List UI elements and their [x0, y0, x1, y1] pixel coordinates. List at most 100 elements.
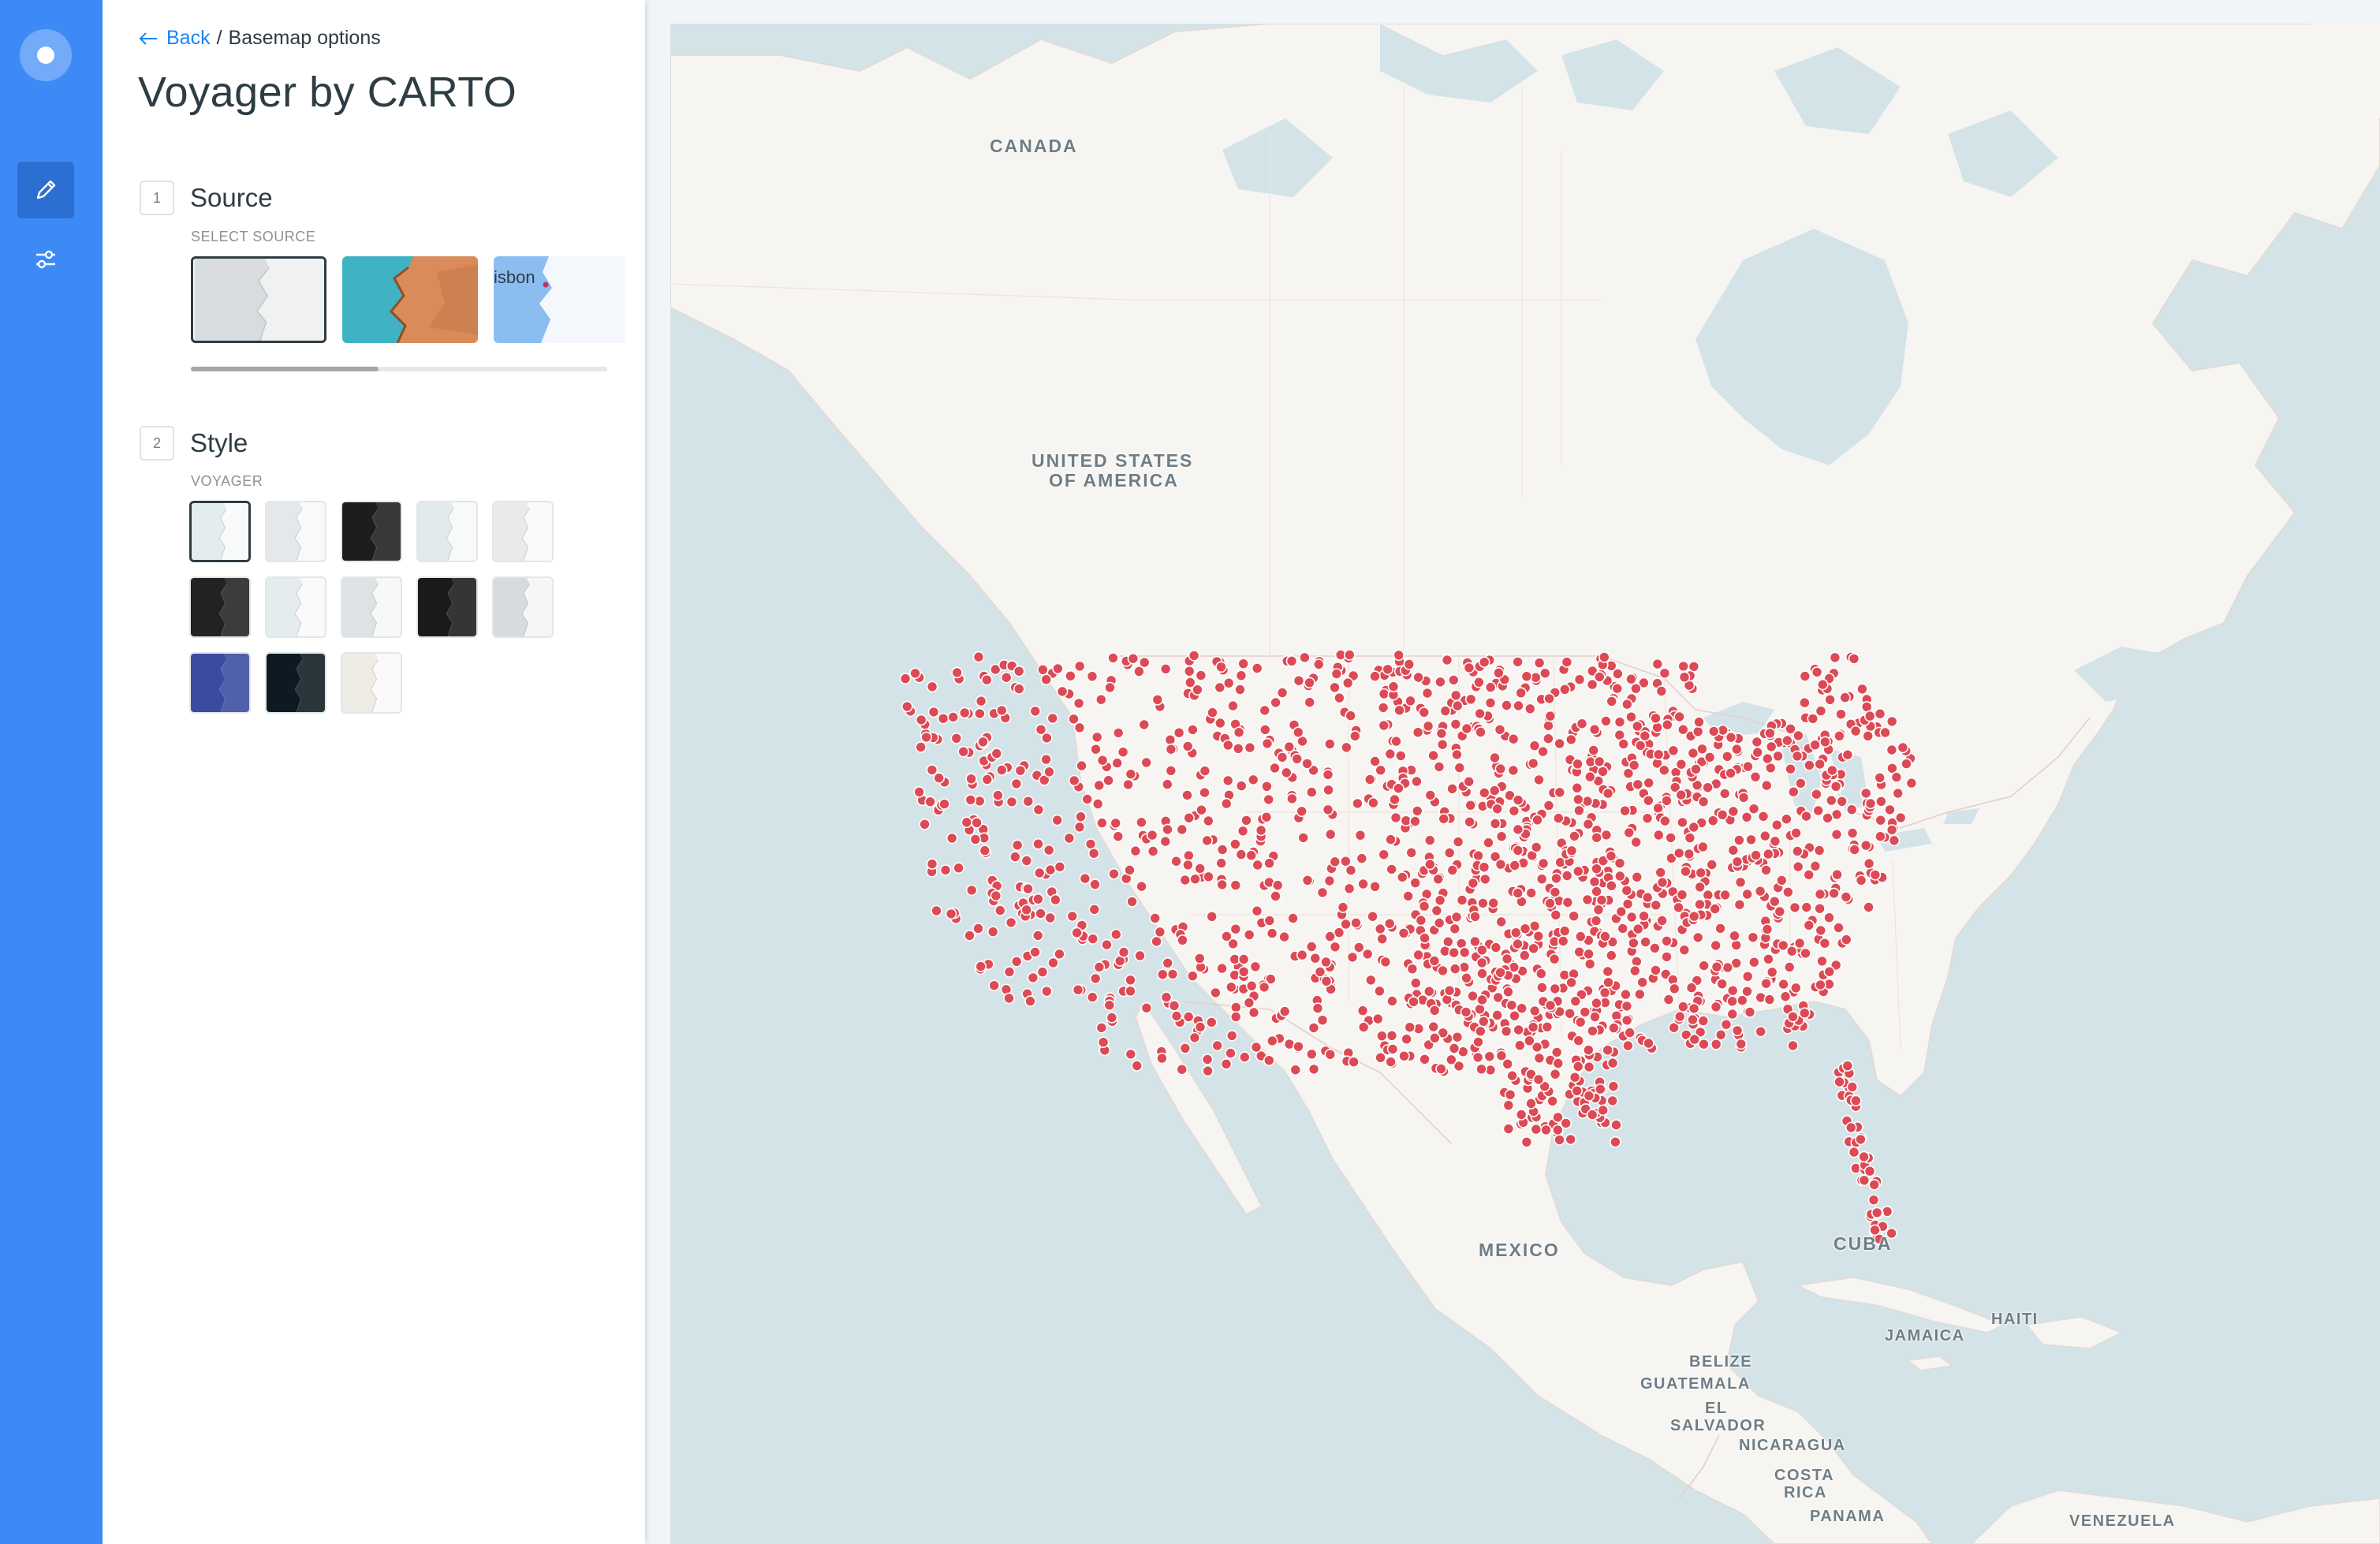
data-point[interactable] [1688, 1033, 1700, 1046]
data-point[interactable] [1537, 745, 1549, 758]
data-point[interactable] [1737, 792, 1750, 804]
data-point[interactable] [1622, 1039, 1634, 1052]
data-point[interactable] [1502, 1099, 1515, 1111]
data-point[interactable] [937, 712, 949, 725]
data-point[interactable] [1611, 682, 1624, 695]
data-point[interactable] [1868, 1179, 1880, 1191]
data-point[interactable] [1800, 947, 1811, 960]
data-point[interactable] [1581, 893, 1594, 906]
data-point[interactable] [1106, 1012, 1118, 1024]
data-point[interactable] [1403, 658, 1416, 670]
data-point[interactable] [1525, 887, 1537, 899]
data-point[interactable] [1748, 956, 1760, 968]
data-point[interactable] [1240, 815, 1252, 826]
data-point[interactable] [1606, 879, 1617, 892]
data-point[interactable] [1489, 818, 1501, 830]
data-point[interactable] [1494, 763, 1507, 775]
data-point[interactable] [1449, 689, 1462, 702]
data-point[interactable] [1201, 834, 1214, 847]
data-point[interactable] [1673, 1010, 1686, 1023]
data-point[interactable] [1320, 956, 1332, 968]
style-thumb-positron-nolabels[interactable] [341, 576, 402, 638]
data-point[interactable] [1569, 830, 1580, 842]
data-point[interactable] [1799, 1007, 1811, 1019]
data-point[interactable] [1383, 917, 1396, 930]
data-point[interactable] [1650, 899, 1662, 912]
data-point[interactable] [1245, 849, 1258, 861]
data-point[interactable] [1010, 778, 1023, 790]
data-point[interactable] [1424, 789, 1437, 801]
data-point[interactable] [1378, 848, 1390, 860]
data-point[interactable] [1013, 683, 1025, 695]
data-point[interactable] [1863, 901, 1875, 913]
data-point[interactable] [1316, 1014, 1329, 1026]
data-point[interactable] [1434, 894, 1446, 906]
data-point[interactable] [1047, 957, 1059, 969]
data-point[interactable] [1544, 897, 1556, 909]
data-point[interactable] [1027, 972, 1039, 984]
data-point[interactable] [1759, 830, 1771, 842]
data-point[interactable] [947, 711, 960, 723]
data-point[interactable] [1473, 676, 1485, 688]
data-point[interactable] [1112, 727, 1125, 739]
data-point[interactable] [1678, 944, 1691, 956]
data-point[interactable] [1193, 953, 1206, 964]
data-point[interactable] [1005, 796, 1018, 808]
data-point[interactable] [1544, 710, 1557, 722]
data-point[interactable] [1741, 971, 1754, 983]
data-point[interactable] [1817, 678, 1829, 691]
data-point[interactable] [1237, 966, 1250, 978]
data-point[interactable] [1535, 873, 1548, 885]
style-thumb-dark-matter[interactable] [341, 501, 402, 562]
data-point[interactable] [1561, 870, 1573, 882]
data-point[interactable] [1584, 958, 1596, 970]
data-point[interactable] [1324, 1048, 1337, 1061]
data-point[interactable] [1276, 687, 1289, 699]
data-point[interactable] [1445, 1054, 1457, 1066]
data-point[interactable] [1095, 693, 1107, 706]
data-point[interactable] [1787, 1039, 1799, 1052]
data-point[interactable] [1543, 692, 1555, 705]
data-point[interactable] [920, 731, 933, 744]
data-point[interactable] [1761, 779, 1773, 792]
data-point[interactable] [1188, 1031, 1201, 1044]
data-point[interactable] [1222, 677, 1235, 689]
data-point[interactable] [1569, 995, 1582, 1007]
data-point[interactable] [1203, 871, 1214, 883]
data-point[interactable] [1748, 803, 1760, 815]
data-point[interactable] [1755, 1025, 1766, 1038]
data-point[interactable] [1512, 845, 1524, 856]
data-point[interactable] [1238, 1051, 1251, 1063]
data-point[interactable] [1710, 960, 1723, 973]
data-point[interactable] [1495, 1050, 1508, 1061]
data-point[interactable] [1412, 726, 1424, 739]
data-point[interactable] [1543, 733, 1554, 745]
data-point[interactable] [1659, 815, 1671, 827]
data-point[interactable] [1650, 712, 1662, 725]
data-point[interactable] [1573, 673, 1586, 686]
data-point[interactable] [1597, 1104, 1609, 1117]
data-point[interactable] [1839, 692, 1851, 703]
data-point[interactable] [1772, 750, 1784, 763]
data-point[interactable] [1176, 1063, 1188, 1076]
data-point[interactable] [1800, 810, 1812, 822]
data-point[interactable] [1573, 945, 1585, 958]
data-point[interactable] [1173, 726, 1185, 739]
data-point[interactable] [1524, 703, 1536, 715]
data-point[interactable] [1464, 815, 1475, 828]
data-point[interactable] [1841, 1060, 1854, 1072]
data-point[interactable] [1502, 986, 1514, 998]
source-thumb-mapbox[interactable]: isbon [494, 256, 625, 343]
data-point[interactable] [1855, 1133, 1867, 1146]
data-point[interactable] [1352, 797, 1363, 810]
data-point[interactable] [1630, 836, 1642, 848]
data-point[interactable] [1493, 666, 1505, 679]
data-point[interactable] [926, 858, 938, 870]
data-point[interactable] [1476, 944, 1488, 957]
data-point[interactable] [1706, 859, 1718, 871]
data-point[interactable] [1233, 726, 1245, 739]
data-point[interactable] [919, 818, 931, 830]
data-point[interactable] [1734, 876, 1747, 889]
data-point[interactable] [1848, 844, 1860, 856]
data-point[interactable] [1649, 942, 1661, 954]
